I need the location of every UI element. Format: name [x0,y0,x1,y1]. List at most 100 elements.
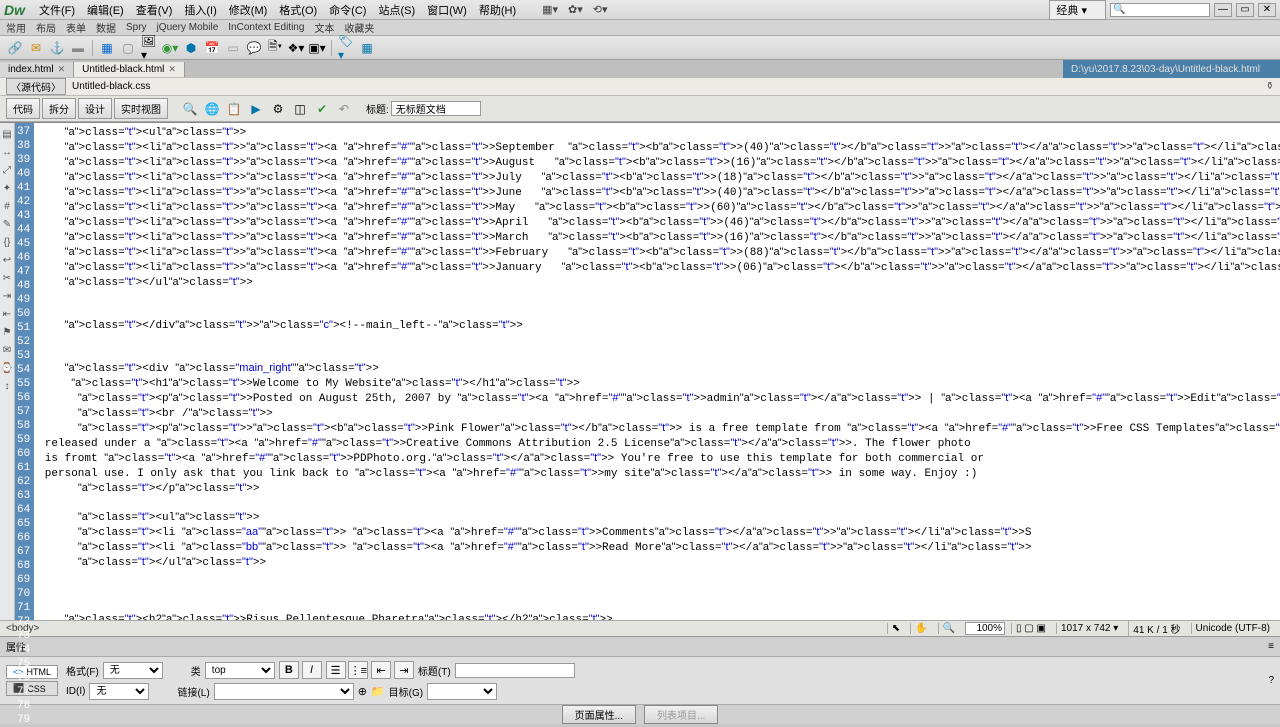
menu-format[interactable]: 格式(O) [273,0,323,20]
link-select[interactable] [214,683,354,700]
inspect-icon[interactable]: 🔍 [180,99,200,119]
properties-css-tab[interactable]: ⬛CSS [6,681,58,696]
hyperlink-icon[interactable]: 🔗 [6,39,24,57]
zoom-tool-icon[interactable]: 🔍 [938,623,959,634]
close-icon[interactable]: ✕ [168,64,176,75]
line-num-icon[interactable]: # [0,199,14,213]
class-select[interactable]: top [205,662,275,679]
parent-tag-icon[interactable]: ⤢ [0,163,14,177]
visual-aids-icon[interactable]: ◫ [290,99,310,119]
outdent-icon[interactable]: ⇤ [0,307,14,321]
div-icon[interactable]: ▢ [119,39,137,57]
anchor-icon[interactable]: ⚓ [48,39,66,57]
bold-button[interactable]: B [279,661,299,679]
code-text-area[interactable]: "a">class="t"><ul"a">class="t">> "a">cla… [34,123,1280,620]
select-icon[interactable]: ✦ [0,181,14,195]
zoom-field[interactable] [965,622,1005,635]
code-view-button[interactable]: 代码 [6,98,40,119]
menu-file[interactable]: 文件(F) [33,0,81,20]
template-icon[interactable]: ▣▾ [308,39,326,57]
comment-icon[interactable]: 💬 [245,39,263,57]
indent-button[interactable]: ⇥ [394,661,414,679]
menu-help[interactable]: 帮助(H) [473,0,522,20]
workspace-layout-dropdown[interactable]: 经典 ▾ [1049,0,1106,20]
tab-common[interactable]: 常用 [6,20,26,35]
comment-code-icon[interactable]: ✉ [0,343,14,357]
highlight-icon[interactable]: ✎ [0,217,14,231]
table-icon[interactable]: ▦ [98,39,116,57]
page-title-input[interactable] [391,101,481,116]
check-icon[interactable]: ✔ [312,99,332,119]
menu-command[interactable]: 命令(C) [323,0,372,20]
target-select[interactable] [427,683,497,700]
browse-icon[interactable]: 📁 [371,685,385,698]
title-field[interactable] [455,663,575,678]
tab-text[interactable]: 文本 [314,20,334,35]
tab-spry[interactable]: Spry [126,22,147,33]
format-select[interactable]: 无 [103,662,163,679]
tab-forms[interactable]: 表单 [66,20,86,35]
ssi-icon[interactable]: ▭ [224,39,242,57]
format-icon[interactable]: ⚑ [0,325,14,339]
window-dimensions[interactable]: 1017 x 742 ▾ [1056,623,1122,634]
collapse-icon[interactable]: ↔ [0,145,14,159]
italic-button[interactable]: I [302,661,322,679]
tab-jquery[interactable]: jQuery Mobile [157,22,219,33]
code-editor[interactable]: 37 38 39 40 41 42 43 44 45 46 47 48 49 5… [15,123,1280,620]
move-icon[interactable]: ↕ [0,379,14,393]
doc-tab-untitled[interactable]: Untitled-black.html ✕ [74,62,185,77]
open-docs-icon[interactable]: ▤ [0,127,14,141]
date-icon[interactable]: 📅 [203,39,221,57]
outdent-button[interactable]: ⇤ [371,661,391,679]
hand-tool-icon[interactable]: ✋ [910,623,931,634]
menu-view[interactable]: 查看(V) [130,0,179,20]
nav-icon[interactable]: 📋 [224,99,244,119]
tab-data[interactable]: 数据 [96,20,116,35]
options-icon[interactable]: ⚙ [268,99,288,119]
maximize-button[interactable]: ▭ [1236,3,1254,17]
filter-icon[interactable]: ⚱ [1266,81,1274,92]
menu-modify[interactable]: 修改(M) [223,0,274,20]
sync-icon[interactable]: ⟲▾ [593,3,608,16]
media-icon[interactable]: ◉▾ [161,39,179,57]
menu-window[interactable]: 窗口(W) [421,0,473,20]
balance-icon[interactable]: {} [0,235,14,249]
widget-icon[interactable]: ⬢ [182,39,200,57]
list-items-button[interactable]: 列表项目... [644,705,718,724]
ol-button[interactable]: ⋮≡ [348,661,368,679]
refresh-icon[interactable]: ▶ [246,99,266,119]
hr-icon[interactable]: ▬ [69,39,87,57]
undo-icon[interactable]: ↶ [334,99,354,119]
properties-html-tab[interactable]: <>HTML [6,665,58,679]
properties-header[interactable]: 属性 ≡ [0,637,1280,657]
close-icon[interactable]: ✕ [58,64,66,75]
head-icon[interactable]: 🗎▾ [266,39,284,57]
browser-icon[interactable]: 🌐 [202,99,222,119]
live-view-button[interactable]: 实时视图 [114,98,168,119]
image-icon[interactable]: 🖼▾ [140,39,158,57]
email-icon[interactable]: ✉ [27,39,45,57]
tag-icon[interactable]: 🏷▾ [337,39,355,57]
id-select[interactable]: 无 [89,683,149,700]
menu-insert[interactable]: 插入(I) [178,0,222,20]
panel-menu-icon[interactable]: ≡ [1268,641,1274,652]
split-view-button[interactable]: 拆分 [42,98,76,119]
page-properties-button[interactable]: 页面属性... [562,705,636,724]
recent-icon[interactable]: ⌚ [0,361,14,375]
close-button[interactable]: ✕ [1258,3,1276,17]
search-field[interactable]: 🔍 [1110,3,1210,17]
help-icon[interactable]: ? [1268,675,1274,686]
doc-tab-index[interactable]: index.html ✕ [0,62,74,77]
script-icon[interactable]: ❖▾ [287,39,305,57]
char-icon[interactable]: ▦ [358,39,376,57]
snippet-icon[interactable]: ✂ [0,271,14,285]
menu-site[interactable]: 站点(S) [372,0,421,20]
ul-button[interactable]: ☰ [326,661,346,679]
menu-edit[interactable]: 编辑(E) [81,0,130,20]
view-mode-icons[interactable]: ▯ ▢ ▣ [1011,623,1050,634]
minimize-button[interactable]: — [1214,3,1232,17]
related-css-file[interactable]: Untitled-black.css [72,81,150,92]
extras-icon[interactable]: ▦▾ [542,3,558,16]
source-code-button[interactable]: 〈源代码〉 [6,78,66,95]
design-view-button[interactable]: 设计 [78,98,112,119]
